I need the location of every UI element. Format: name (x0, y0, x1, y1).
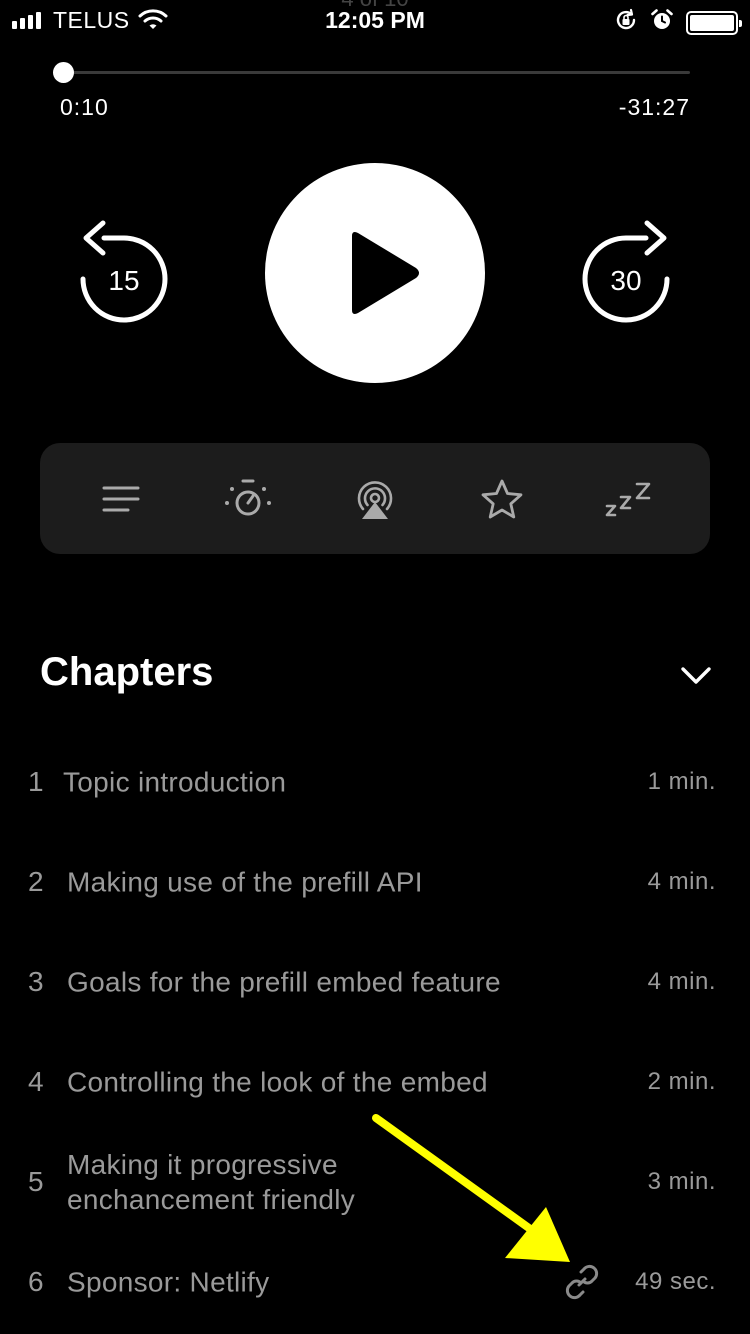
playback-speed-button[interactable] (218, 469, 278, 529)
collapse-chapters-button[interactable] (676, 660, 716, 690)
skip-forward-button[interactable]: 30 (576, 220, 676, 330)
play-button[interactable] (265, 163, 485, 383)
chapter-number: 4 (28, 1066, 44, 1097)
play-icon (352, 232, 419, 314)
chapter-list: 1 Topic introduction 1 min. 2 Making use… (0, 732, 750, 1332)
orientation-lock-icon (614, 8, 638, 37)
chapter-link-button[interactable] (564, 1264, 600, 1300)
remaining-time: -31:27 (618, 94, 690, 120)
chevron-down-icon (681, 667, 711, 684)
sleep-timer-icon (605, 482, 650, 516)
scrubber-knob[interactable] (53, 62, 75, 83)
chapter-title: Topic introduction (63, 766, 287, 798)
chapter-number: 2 (28, 866, 44, 897)
alarm-icon (650, 8, 674, 37)
chapter-row[interactable]: 6 Sponsor: Netlify 49 sec. (0, 1232, 750, 1332)
skip-forward-seconds: 30 (610, 265, 642, 296)
airplay-icon (357, 480, 393, 519)
chapter-row[interactable]: 2 Making use of the prefill API 4 min. (0, 832, 750, 932)
chapter-row[interactable]: 3 Goals for the prefill embed feature 4 … (0, 932, 750, 1032)
chapter-title: Making it progressive enchancement frien… (67, 1149, 356, 1215)
link-icon (565, 1264, 599, 1300)
status-bar: 4 of 10 TELUS 12:05 PM (0, 0, 750, 40)
podcast-player-screen: 4 of 10 TELUS 12:05 PM (0, 0, 750, 1334)
skip-back-button[interactable]: 15 (74, 220, 174, 330)
chapter-duration: 49 sec. (635, 1268, 716, 1295)
battery-icon (686, 10, 742, 35)
chapter-duration: 4 min. (647, 868, 716, 895)
chapter-title: Goals for the prefill embed feature (67, 966, 501, 998)
chapter-title: Making use of the prefill API (67, 866, 423, 898)
playback-scrubber[interactable] (53, 62, 690, 84)
chapter-duration: 2 min. (647, 1068, 716, 1095)
chapter-number: 5 (28, 1166, 44, 1197)
playback-speed-icon (225, 479, 272, 515)
chapter-title: Sponsor: Netlify (67, 1266, 270, 1298)
chapter-row[interactable]: 1 Topic introduction 1 min. (0, 732, 750, 832)
chapter-duration: 3 min. (647, 1168, 716, 1195)
chapter-number: 3 (28, 966, 44, 997)
elapsed-time: 0:10 (60, 94, 109, 120)
chapter-number: 6 (28, 1266, 44, 1297)
chapter-number: 1 (28, 766, 44, 797)
skip-back-seconds: 15 (108, 265, 140, 296)
star-icon (481, 479, 523, 518)
chapter-title: Controlling the look of the embed (67, 1066, 488, 1098)
airplay-button[interactable] (345, 469, 405, 529)
favorite-button[interactable] (472, 469, 532, 529)
player-toolbar (40, 443, 710, 554)
chapter-duration: 1 min. (647, 768, 716, 795)
chapter-row[interactable]: 5 Making it progressive enchancement fri… (0, 1132, 750, 1232)
scrubber-track[interactable] (60, 71, 690, 74)
chapters-list-icon (102, 486, 140, 511)
chapter-duration: 4 min. (647, 968, 716, 995)
chapters-heading: Chapters (40, 650, 214, 694)
chapter-row[interactable]: 4 Controlling the look of the embed 2 mi… (0, 1032, 750, 1132)
sleep-timer-button[interactable] (599, 469, 659, 529)
chapters-list-button[interactable] (91, 469, 151, 529)
